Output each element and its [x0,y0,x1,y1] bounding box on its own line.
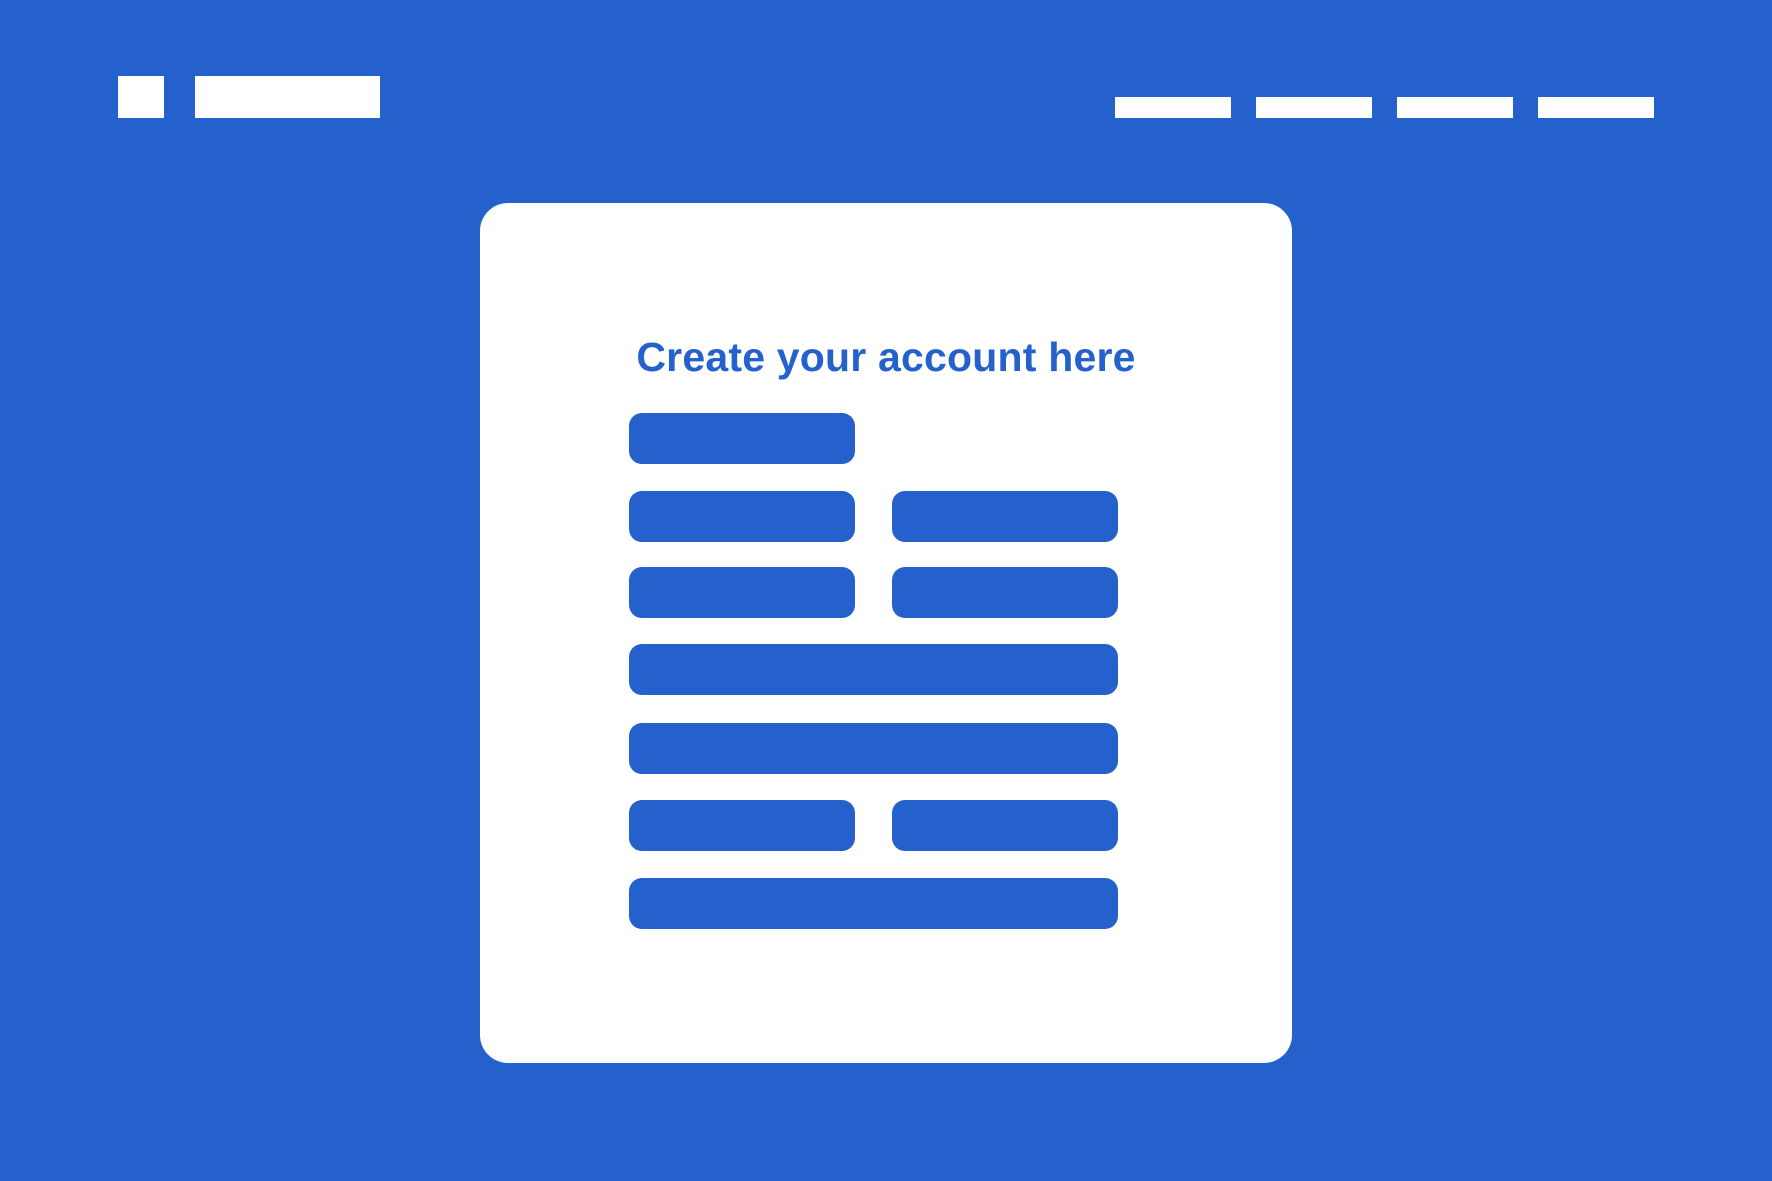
form-field-9[interactable] [892,800,1118,851]
form-field-3[interactable] [892,491,1118,542]
submit-button-placeholder[interactable] [629,878,1118,929]
form-field-4[interactable] [629,567,855,618]
logo-square-icon[interactable] [118,76,164,118]
nav-link-2[interactable] [1256,97,1372,118]
signup-card: Create your account here [480,203,1292,1063]
page-background: Create your account here [0,0,1772,1181]
form-field-6[interactable] [629,644,1118,695]
form-title: Create your account here [636,334,1136,380]
nav-link-4[interactable] [1538,97,1654,118]
nav-link-3[interactable] [1397,97,1513,118]
form-field-7[interactable] [629,723,1118,774]
form-field-2[interactable] [629,491,855,542]
logo-wordmark-placeholder[interactable] [195,76,380,118]
form-field-5[interactable] [892,567,1118,618]
nav-link-1[interactable] [1115,97,1231,118]
form-field-8[interactable] [629,800,855,851]
form-field-1[interactable] [629,413,855,464]
